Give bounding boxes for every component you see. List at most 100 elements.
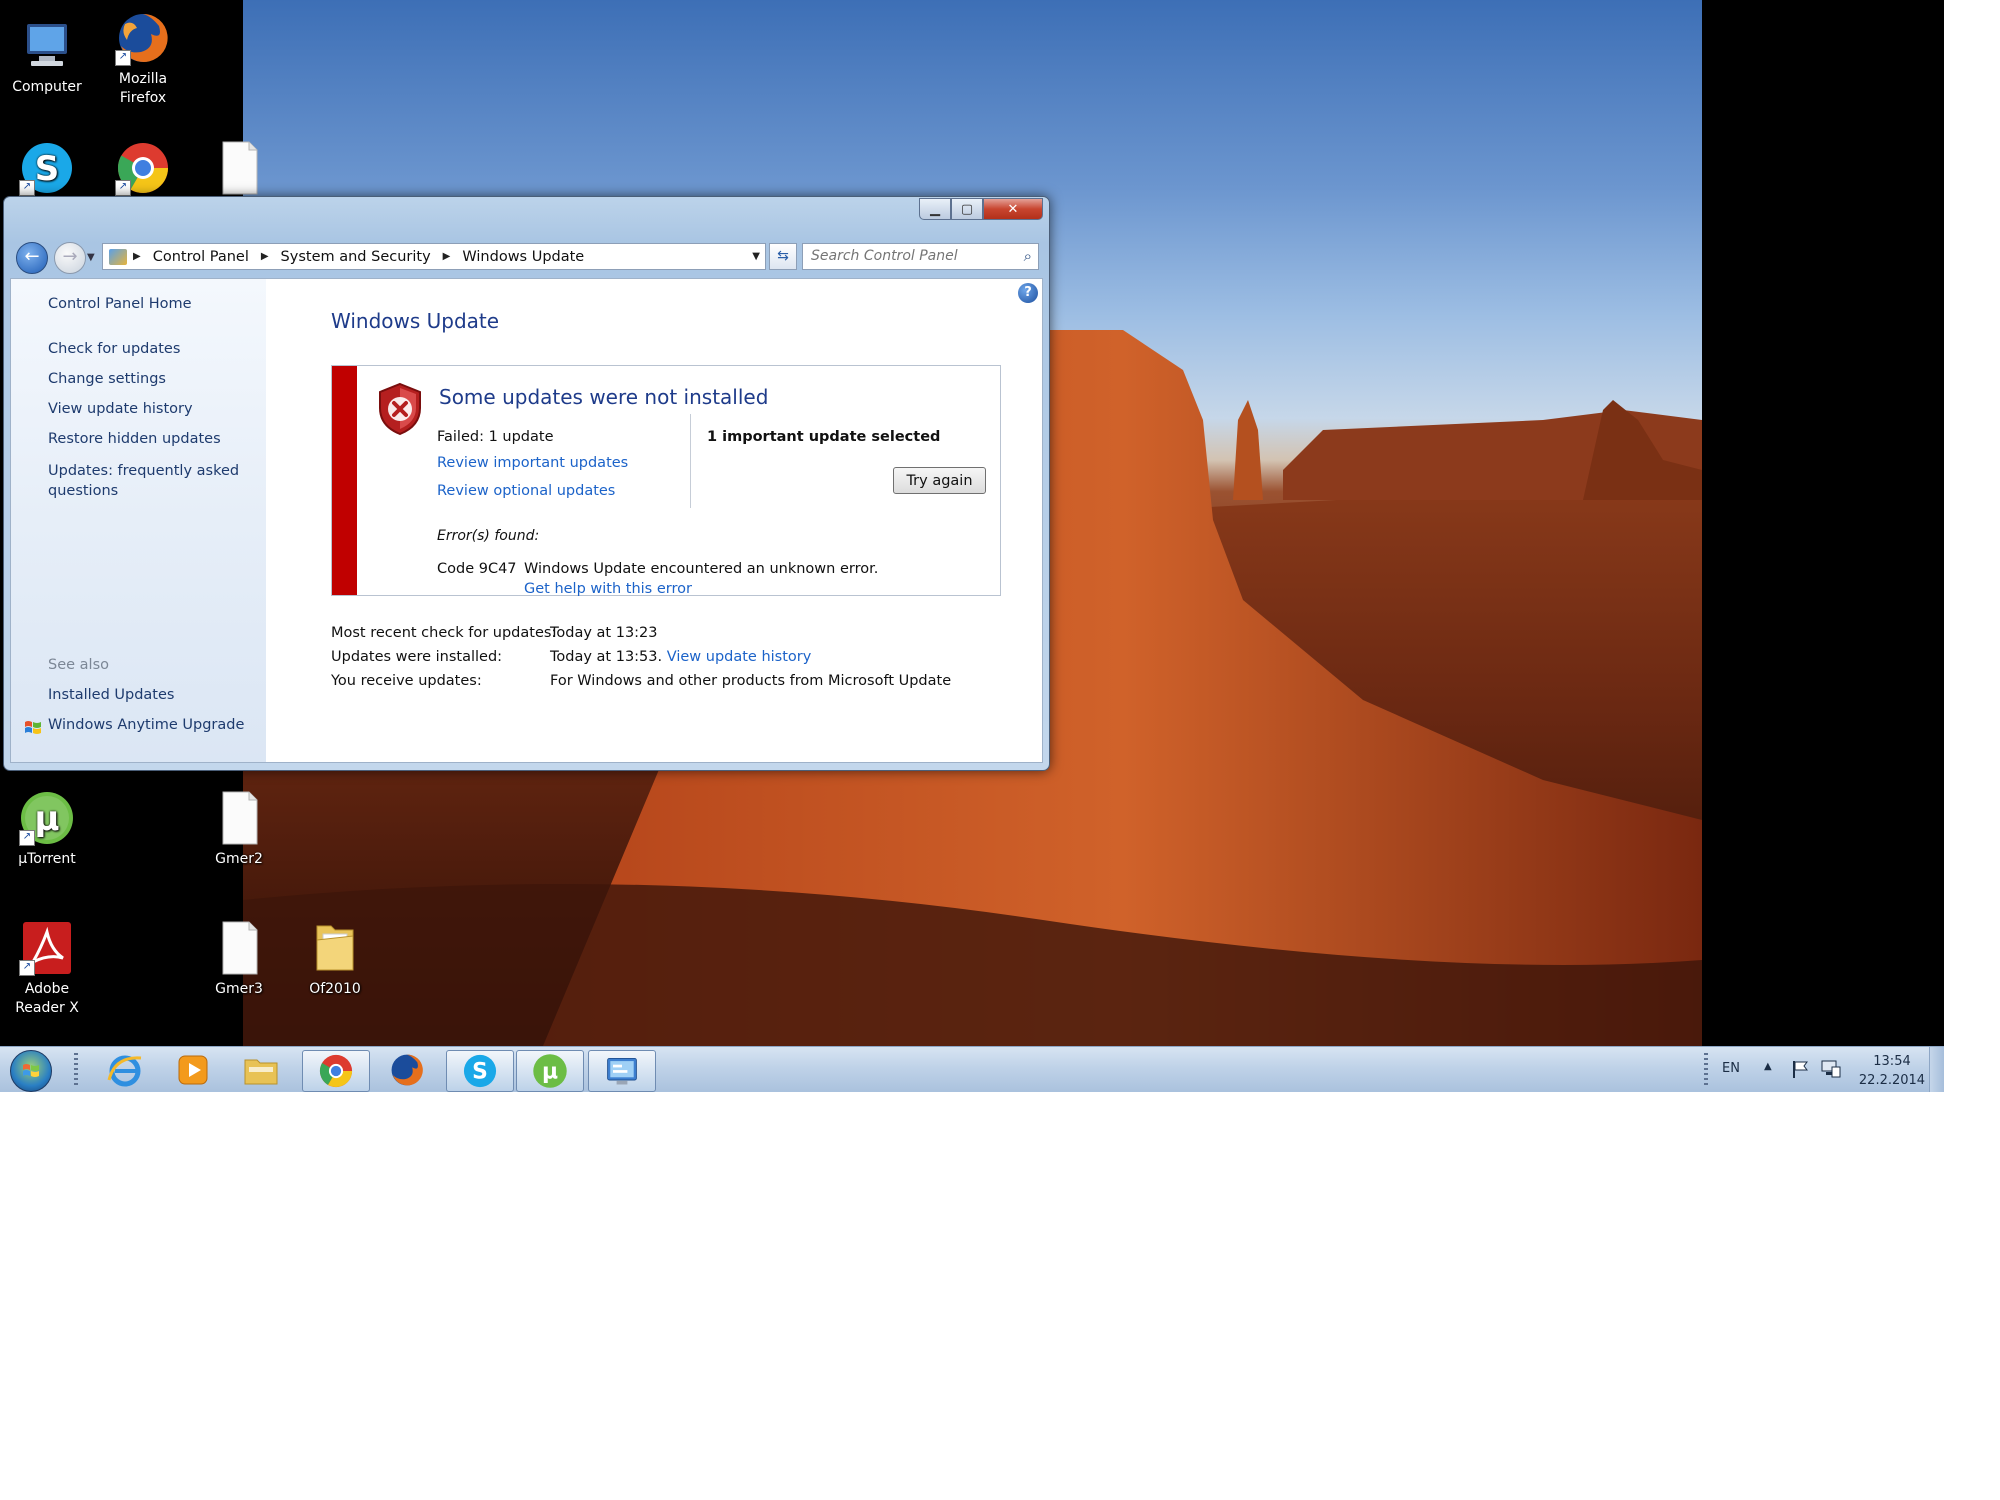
desktop-icon-skype[interactable]: S ↗ [2,140,92,200]
chevron-right-icon[interactable]: ▶ [261,251,269,262]
taskbar-skype[interactable]: S [446,1050,514,1092]
refresh-button[interactable]: ⇆ [769,243,797,270]
view-update-history-link[interactable]: View update history [667,649,812,665]
info-label: You receive updates: [331,673,482,689]
utorrent-icon: µ ↗ [19,790,75,846]
desktop-icon-gmer2[interactable]: Gmer2 [194,790,284,869]
show-desktop-button[interactable] [1929,1047,1944,1092]
maximize-button[interactable]: ▢ [951,198,983,220]
show-hidden-icons-button[interactable]: ▲ [1764,1061,1772,1072]
network-icon[interactable] [1820,1059,1842,1079]
desktop-icon-adobe-reader[interactable]: ↗ Adobe Reader X [2,920,92,1018]
taskbar-control-panel[interactable] [588,1050,656,1092]
minimize-button[interactable]: ▁ [919,198,951,220]
document-icon [211,790,267,846]
desktop-icon-computer[interactable]: Computer [2,18,92,97]
svg-text:µ: µ [34,799,59,839]
sidebar-link-updates-faq[interactable]: Updates: frequently asked questions [48,461,248,501]
review-important-updates-link[interactable]: Review important updates [437,455,628,471]
search-input[interactable] [803,244,1011,267]
try-again-button[interactable]: Try again [893,467,986,494]
recent-pages-dropdown[interactable]: ▼ [87,252,95,263]
svg-text:S: S [472,1060,488,1085]
update-error-panel: Some updates were not installed Failed: … [331,365,1001,597]
desktop-icon-label: Adobe Reader X [15,981,79,1016]
svg-text:S: S [35,149,60,189]
desktop-icon-gmer3[interactable]: Gmer3 [194,920,284,999]
taskbar: S µ EN ▲ 13:54 22.2.2014 [0,1046,1944,1092]
desktop-icon-utorrent[interactable]: µ ↗ µTorrent [2,790,92,869]
shortcut-arrow-icon: ↗ [115,180,131,196]
control-panel-icon [607,1057,637,1085]
sidebar-link-restore-hidden-updates[interactable]: Restore hidden updates [48,431,221,447]
shortcut-arrow-icon: ↗ [115,50,131,66]
error-status-strip [332,366,357,595]
windows-update-window[interactable]: ▁ ▢ ✕ ← → ▼ ▶ Control Panel ▶ System and… [3,196,1050,771]
action-center-flag-icon[interactable] [1790,1059,1810,1079]
control-panel-icon [109,248,127,265]
address-bar[interactable]: ▶ Control Panel ▶ System and Security ▶ … [102,243,766,270]
desktop-icon-label: Gmer2 [215,851,263,867]
taskbar-internet-explorer[interactable] [92,1050,158,1090]
desktop-icon-chrome[interactable]: ↗ [98,140,188,200]
computer-icon [19,18,75,74]
close-button[interactable]: ✕ [983,198,1043,220]
desktop-icon-of2010[interactable]: Of2010 [290,920,380,999]
sidebar-link-check-for-updates[interactable]: Check for updates [48,341,180,357]
sidebar-link-change-settings[interactable]: Change settings [48,371,166,387]
tray-grip[interactable] [1704,1053,1708,1087]
search-icon[interactable]: ⌕ [1024,247,1032,265]
clock-date: 22.2.2014 [1858,1073,1926,1088]
firefox-icon [391,1054,423,1086]
breadcrumb-windows-update[interactable]: Windows Update [462,249,584,265]
desktop-icon-label: Gmer3 [215,981,263,997]
utorrent-icon: µ [533,1054,567,1088]
clock-time: 13:54 [1873,1054,1911,1069]
chevron-right-icon[interactable]: ▶ [443,251,451,262]
taskbar-media-player[interactable] [160,1050,226,1090]
navigation-bar: ← → ▼ ▶ Control Panel ▶ System and Secur… [13,240,1039,274]
info-value: For Windows and other products from Micr… [550,673,952,689]
get-help-link[interactable]: Get help with this error [524,581,692,597]
windows-flag-icon [24,719,42,737]
desktop-icon-document[interactable] [194,140,284,200]
chevron-right-icon[interactable]: ▶ [133,251,141,262]
breadcrumb-control-panel[interactable]: Control Panel [153,249,249,265]
skype-icon: S [463,1054,497,1088]
start-button[interactable] [10,1050,52,1092]
taskbar-clock[interactable]: 13:54 22.2.2014 [1852,1052,1932,1090]
taskbar-grip[interactable] [74,1053,78,1087]
forward-button[interactable]: → [54,242,86,274]
info-label: Most recent check for updates: [331,625,557,641]
language-indicator[interactable]: EN [1722,1061,1740,1076]
address-dropdown-icon[interactable]: ▼ [752,251,760,262]
search-box[interactable]: ⌕ [802,243,1039,270]
windows-logo-icon [23,1064,39,1077]
taskbar-firefox[interactable] [374,1050,440,1090]
sidebar-link-windows-anytime-upgrade[interactable]: Windows Anytime Upgrade [48,717,244,733]
help-icon[interactable]: ? [1018,283,1038,303]
info-value-text: Today at 13:53. [550,649,663,665]
document-icon [211,140,267,196]
back-button[interactable]: ← [16,242,48,274]
breadcrumb-system-and-security[interactable]: System and Security [281,249,431,265]
folder-icon [244,1059,278,1085]
firefox-icon: ↗ [115,10,171,66]
chrome-icon [319,1054,353,1088]
content-area: Control Panel Home Check for updates Cha… [10,278,1043,763]
chrome-icon: ↗ [115,140,171,196]
page-title: Windows Update [331,309,500,333]
sidebar-link-control-panel-home[interactable]: Control Panel Home [48,296,192,312]
error-heading: Some updates were not installed [439,385,769,409]
taskbar-explorer[interactable] [228,1050,294,1090]
taskbar-utorrent[interactable]: µ [516,1050,584,1092]
see-also-heading: See also [48,657,109,673]
taskbar-chrome[interactable] [302,1050,370,1092]
document-icon [211,920,267,976]
sidebar-link-view-update-history[interactable]: View update history [48,401,193,417]
skype-icon: S ↗ [19,140,75,196]
sidebar-link-installed-updates[interactable]: Installed Updates [48,687,174,703]
review-optional-updates-link[interactable]: Review optional updates [437,483,615,499]
svg-text:µ: µ [542,1060,558,1085]
desktop-icon-firefox[interactable]: ↗ Mozilla Firefox [98,10,188,108]
